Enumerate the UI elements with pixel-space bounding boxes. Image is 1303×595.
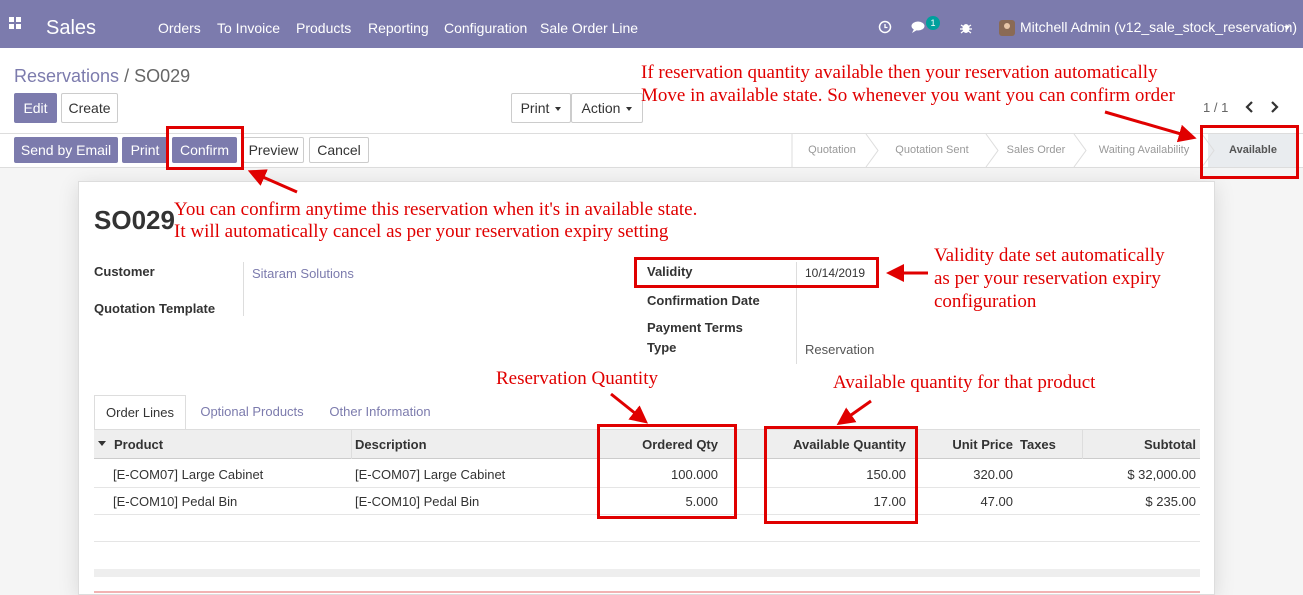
action-dropdown-label: Action: [581, 100, 621, 116]
create-button[interactable]: Create: [61, 93, 118, 123]
annotation-available-qty: Available quantity for that product: [833, 372, 1096, 393]
cell-description[interactable]: [E-COM10] Pedal Bin: [355, 494, 479, 509]
menu-orders[interactable]: Orders: [158, 20, 201, 37]
col-description[interactable]: Description: [355, 437, 427, 452]
cell-product[interactable]: [E-COM07] Large Cabinet: [113, 467, 263, 482]
annotation-validity-line1: Validity date set automatically: [934, 245, 1165, 266]
edit-button[interactable]: Edit: [14, 93, 57, 123]
highlight-ordered-qty: [597, 424, 737, 519]
highlight-confirm: [166, 126, 244, 170]
tab-other-information[interactable]: Other Information: [318, 395, 442, 430]
top-navbar: Sales Orders To Invoice Products Reporti…: [0, 0, 1303, 48]
cancel-button[interactable]: Cancel: [309, 137, 369, 163]
cell-unit-price[interactable]: 47.00: [920, 494, 1013, 509]
apps-grid-icon[interactable]: [9, 17, 21, 29]
menu-configuration[interactable]: Configuration: [444, 20, 527, 37]
customer-label: Customer: [94, 264, 155, 279]
annotation-validity-line3: configuration: [934, 291, 1037, 312]
action-dropdown[interactable]: Action: [571, 93, 643, 123]
menu-reporting[interactable]: Reporting: [368, 20, 429, 37]
col-product[interactable]: Product: [114, 437, 163, 452]
quotation-template-label: Quotation Template: [94, 301, 216, 316]
sort-caret-icon[interactable]: [98, 441, 106, 446]
user-menu[interactable]: Mitchell Admin (v12_sale_stock_reservati…: [1020, 19, 1297, 36]
column-divider: [1082, 429, 1083, 459]
annotation-available-line1: If reservation quantity available then y…: [641, 62, 1158, 83]
menu-to-invoice[interactable]: To Invoice: [217, 20, 280, 37]
cell-subtotal[interactable]: $ 32,000.00: [1090, 467, 1196, 482]
chat-icon[interactable]: [911, 21, 927, 34]
tab-order-lines[interactable]: Order Lines: [94, 395, 186, 430]
chat-count-badge: 1: [926, 16, 940, 30]
clock-icon[interactable]: [878, 20, 892, 34]
order-title: SO029: [94, 205, 175, 235]
cell-description[interactable]: [E-COM07] Large Cabinet: [355, 467, 505, 482]
caret-down-icon: [555, 107, 562, 112]
col-subtotal[interactable]: Subtotal: [1090, 437, 1196, 452]
print-dropdown[interactable]: Print: [511, 93, 571, 123]
breadcrumb-parent[interactable]: Reservations: [14, 66, 119, 86]
stage-sales-order[interactable]: Sales Order: [992, 134, 1080, 167]
stage-waiting-availability[interactable]: Waiting Availability: [1080, 134, 1208, 167]
breadcrumb-current: SO029: [134, 66, 191, 86]
stage-quotation-sent[interactable]: Quotation Sent: [872, 134, 992, 167]
type-label: Type: [647, 340, 677, 355]
col-unit-price[interactable]: Unit Price: [920, 437, 1013, 452]
bug-icon[interactable]: [960, 21, 972, 34]
confirmation-date-label: Confirmation Date: [647, 293, 760, 308]
chevron-down-icon[interactable]: [1284, 26, 1290, 30]
chevron-left-icon[interactable]: [1243, 100, 1255, 114]
print-button[interactable]: Print: [122, 137, 168, 163]
tab-optional-products[interactable]: Optional Products: [190, 395, 314, 430]
breadcrumb-separator: /: [124, 66, 130, 86]
pager-value[interactable]: 1 / 1: [1203, 100, 1228, 115]
column-divider: [351, 429, 352, 459]
menu-sale-order-line[interactable]: Sale Order Line: [540, 20, 638, 37]
field-divider: [243, 262, 244, 316]
annotation-confirm-line2: It will automatically cancel as per your…: [174, 221, 669, 242]
app-name[interactable]: Sales: [46, 17, 96, 39]
highlight-validity: [634, 257, 879, 288]
breadcrumb: Reservations / SO029: [14, 65, 190, 87]
stage-quotation[interactable]: Quotation: [792, 134, 872, 167]
notes-divider: [94, 591, 1200, 593]
cell-product[interactable]: [E-COM10] Pedal Bin: [113, 494, 237, 509]
annotation-reservation-qty: Reservation Quantity: [496, 368, 658, 389]
highlight-available-stage: [1200, 125, 1299, 179]
menu-products[interactable]: Products: [296, 20, 351, 37]
cell-subtotal[interactable]: $ 235.00: [1090, 494, 1196, 509]
row-divider: [94, 541, 1200, 542]
highlight-available-quantity: [764, 426, 918, 524]
chevron-right-icon[interactable]: [1269, 100, 1281, 114]
payment-terms-label: Payment Terms: [647, 320, 743, 335]
send-by-email-button[interactable]: Send by Email: [14, 137, 118, 163]
avatar[interactable]: [999, 20, 1015, 36]
col-taxes[interactable]: Taxes: [1020, 437, 1056, 452]
table-footer: [94, 569, 1200, 577]
preview-button[interactable]: Preview: [243, 137, 304, 163]
annotation-validity-line2: as per your reservation expiry: [934, 268, 1161, 289]
annotation-confirm-line1: You can confirm anytime this reservation…: [174, 199, 698, 220]
type-field[interactable]: Reservation: [805, 342, 874, 357]
caret-down-icon: [626, 107, 633, 112]
customer-field[interactable]: Sitaram Solutions: [252, 266, 354, 281]
print-dropdown-label: Print: [520, 100, 550, 116]
annotation-available-line2: Move in available state. So whenever you…: [641, 85, 1175, 106]
cell-unit-price[interactable]: 320.00: [920, 467, 1013, 482]
